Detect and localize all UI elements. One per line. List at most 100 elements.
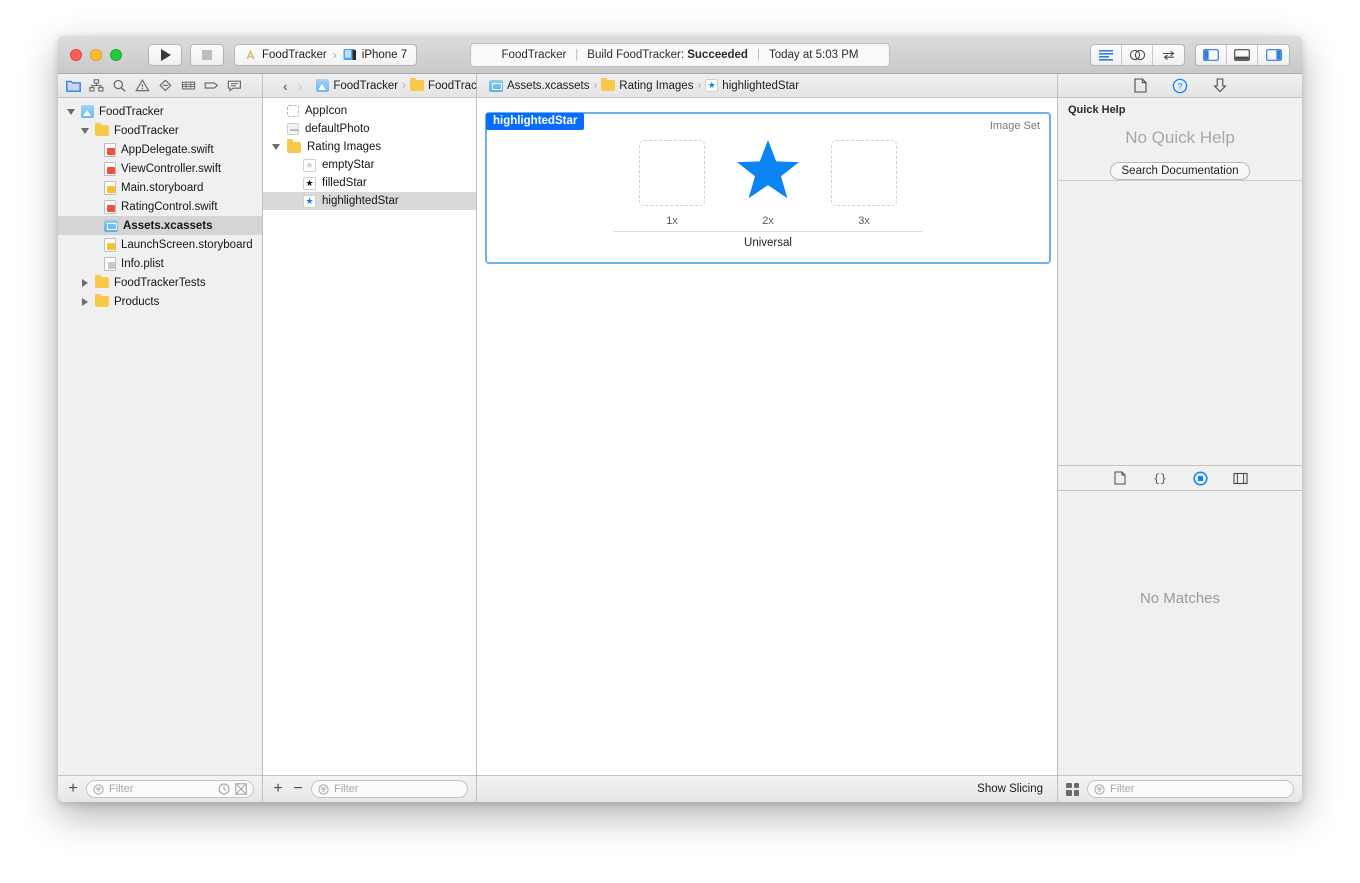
image-set-container[interactable]: highlightedStar Image Set 1x 2x 3x Unive… [485,112,1051,264]
disclosure-triangle[interactable] [80,278,90,288]
search-documentation-button[interactable]: Search Documentation [1109,162,1251,180]
status-divider-2: | [756,48,760,61]
assistant-editor-button[interactable] [1122,44,1153,65]
quick-help-empty-message: No Quick Help [1125,128,1235,147]
toggle-utilities-button[interactable] [1258,45,1289,65]
navigator-filter-field[interactable]: Filter [86,780,254,798]
asset-row-emptystar[interactable]: ★ emptyStar [263,156,476,174]
status-bar[interactable]: FoodTracker | Build FoodTracker: Succeed… [470,42,890,67]
minimize-window-button[interactable] [90,48,102,61]
library-filter-field[interactable]: Filter [1087,780,1294,798]
source-control-navigator-icon[interactable] [85,76,108,96]
asset-row-appicon[interactable]: AppIcon [263,102,476,120]
tree-row-ratingcontrol[interactable]: RatingControl.swift [58,197,262,216]
tree-row-products[interactable]: Products [58,292,262,311]
folder-icon [287,139,301,153]
swift-file-icon [104,199,116,214]
media-library-icon[interactable] [1230,468,1250,488]
asset-catalog-filter-bar: + − Filter [263,775,476,802]
close-window-button[interactable] [70,48,82,61]
disclosure-triangle[interactable] [271,142,281,152]
asset-editor-canvas: highlightedStar Image Set 1x 2x 3x Unive… [477,98,1057,775]
image-well-1x[interactable] [639,140,705,206]
breadcrumb-item-rating-images[interactable]: Rating Images [619,80,693,92]
debug-navigator-icon[interactable] [177,76,200,96]
disclosure-triangle[interactable] [66,107,76,117]
file-inspector-icon[interactable] [1130,76,1150,96]
report-navigator-icon[interactable] [223,76,246,96]
attributes-inspector-icon[interactable] [1210,76,1230,96]
breadcrumb-separator: › [402,79,406,92]
image-well-3x[interactable] [831,140,897,206]
tree-row-appdelegate[interactable]: AppDelegate.swift [58,140,262,159]
breadcrumb-separator: › [697,79,702,92]
toggle-navigator-button[interactable] [1196,44,1227,65]
tree-row-label: Main.storyboard [121,181,204,194]
slot-scale-label: 3x [858,215,870,227]
swift-file-icon [104,161,116,176]
issue-navigator-icon[interactable] [131,76,154,96]
run-button[interactable] [148,43,182,66]
asset-list[interactable]: AppIcon defaultPhoto Rating Images ★ emp… [263,98,476,775]
zoom-window-button[interactable] [110,48,122,61]
add-file-button[interactable]: + [66,781,80,797]
tree-row-foodtracker-project[interactable]: FoodTracker [58,102,262,121]
slot-scale-label: 1x [666,215,678,227]
grid-view-icon[interactable] [1066,782,1079,796]
breadcrumb-item-highlightedstar[interactable]: highlightedStar [722,80,799,92]
standard-editor-button[interactable] [1091,44,1122,65]
asset-row-highlightedstar[interactable]: ★ highlightedStar [263,192,476,210]
asset-row-rating-images[interactable]: Rating Images [263,138,476,156]
image-well-2x[interactable] [735,140,801,206]
version-editor-button[interactable] [1153,45,1184,65]
image-slot-2x[interactable]: 2x [735,140,801,227]
project-navigator-tree[interactable]: FoodTracker FoodTracker AppDelegate.swif… [58,98,262,775]
clock-icon[interactable] [218,783,230,795]
tree-row-assets-xcassets[interactable]: Assets.xcassets [58,216,262,235]
quick-help-header: Quick Help No Quick Help Search Document… [1058,98,1302,180]
tree-row-label: ViewController.swift [121,162,222,175]
asset-row-filledstar[interactable]: ★ filledStar [263,174,476,192]
tree-row-main-storyboard[interactable]: Main.storyboard [58,178,262,197]
file-template-library-icon[interactable] [1110,468,1130,488]
code-snippet-library-icon[interactable]: {} [1150,468,1170,488]
filter-icon [318,783,329,795]
image-slot-3x[interactable]: 3x [831,140,897,227]
find-navigator-icon[interactable] [108,76,131,96]
breadcrumb-item-assets[interactable]: Assets.xcassets [507,80,589,92]
asset-filter-field[interactable]: Filter [311,780,468,798]
disclosure-triangle[interactable] [80,126,90,136]
show-slicing-button[interactable]: Show Slicing [977,783,1043,795]
tree-row-info-plist[interactable]: Info.plist [58,254,262,273]
related-items-icon[interactable] [271,79,273,92]
project-navigator-icon[interactable] [62,76,85,96]
slot-scale-label: 2x [762,215,774,227]
navigate-forward-button[interactable]: › [298,79,303,93]
image-slot-1x[interactable]: 1x [639,140,705,227]
tree-row-label: RatingControl.swift [121,200,218,213]
tree-row-launchscreen-storyboard[interactable]: LaunchScreen.storyboard [58,235,262,254]
navigator-pane: FoodTracker FoodTracker AppDelegate.swif… [58,74,263,802]
add-asset-button[interactable]: + [271,781,285,797]
breadcrumb-item-0[interactable]: FoodTracker [333,80,398,92]
swift-file-icon [104,142,116,157]
tree-row-viewcontroller[interactable]: ViewController.swift [58,159,262,178]
asset-row-defaultphoto[interactable]: defaultPhoto [263,120,476,138]
remove-asset-button[interactable]: − [291,781,305,797]
disclosure-triangle[interactable] [80,297,90,307]
tree-row-foodtracker-group[interactable]: FoodTracker [58,121,262,140]
stop-button[interactable] [190,43,224,66]
test-navigator-icon[interactable] [154,76,177,96]
breakpoint-navigator-icon[interactable] [200,76,223,96]
quick-help-body [1058,180,1302,465]
toggle-debug-area-button[interactable] [1227,44,1258,65]
quick-help-inspector-icon[interactable]: ? [1170,76,1190,96]
tree-row-foodtrackertests[interactable]: FoodTrackerTests [58,273,262,292]
simulator-icon [343,48,357,61]
source-control-filter-icon[interactable] [235,783,247,795]
navigate-back-button[interactable]: ‹ [283,79,288,93]
image-placeholder-icon [287,123,299,135]
scheme-selector[interactable]: FoodTracker › iPhone 7 [234,43,418,66]
object-library-icon[interactable] [1190,468,1210,488]
storyboard-file-icon [104,180,116,195]
